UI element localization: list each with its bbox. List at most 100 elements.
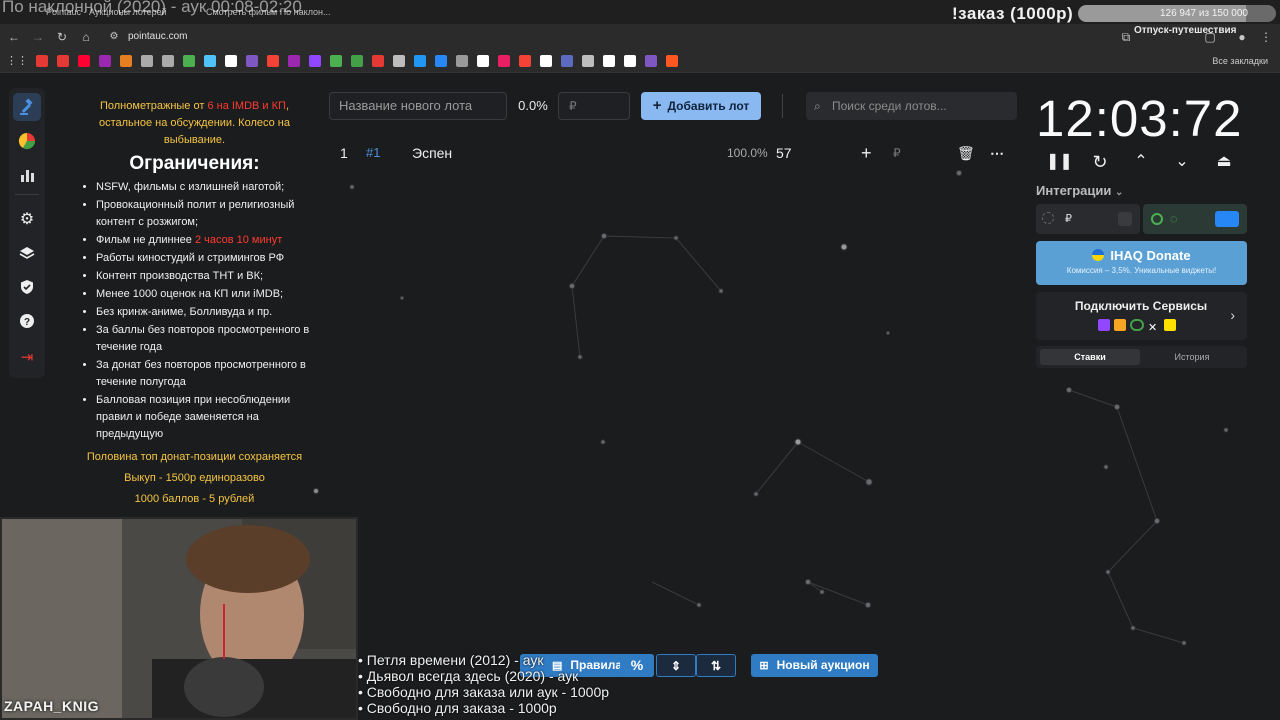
bookmark-icon[interactable] (309, 55, 321, 67)
back-icon[interactable]: ← (6, 29, 22, 45)
trash-icon[interactable]: 🗑︎ (957, 138, 975, 168)
bookmark-icon[interactable] (57, 55, 69, 67)
help-icon: ? (20, 314, 34, 328)
more-icon[interactable]: ⋯ (990, 138, 1004, 168)
bookmark-icon[interactable] (225, 55, 237, 67)
integration-vk[interactable]: ◌ (1143, 204, 1247, 234)
new-auction-label: Новый аукцион (776, 658, 870, 672)
bookmark-icon[interactable] (204, 55, 216, 67)
lot-search-input[interactable]: ⌕ Поиск среди лотов... (806, 92, 1017, 120)
sort-icon[interactable]: ⇅ (696, 654, 736, 677)
chevron-down-icon[interactable]: ⌄ (1170, 150, 1194, 174)
bookmark-icon[interactable] (141, 55, 153, 67)
webcam-image (2, 519, 356, 718)
rule-item: Провокационный полит и религиозный конте… (96, 197, 317, 231)
new-auction-button[interactable]: ⊞ Новый аукцион (751, 654, 878, 677)
sidebar-item-stats[interactable] (13, 161, 41, 189)
bookmark-icon[interactable] (162, 55, 174, 67)
menu-icon[interactable]: ⋮ (1258, 29, 1274, 45)
bookmark-icon[interactable] (645, 55, 657, 67)
bookmark-icon[interactable] (246, 55, 258, 67)
plus-icon: + (652, 97, 662, 114)
ihaq-donate-button[interactable]: IHAQ Donate Комиссия – 3,5%. Уникальные … (1036, 241, 1247, 285)
rules-footer-3: 1000 баллов - 5 рублей (134, 493, 255, 505)
bookmark-icon[interactable] (540, 55, 552, 67)
bookmark-icon[interactable] (582, 55, 594, 67)
bookmark-icon[interactable] (519, 55, 531, 67)
sidebar-item-settings[interactable]: ⚙ (13, 205, 41, 233)
lot-row[interactable]: 1 #1 Эспен 100.0% 57 + ₽ 🗑︎ ⋯ (329, 138, 1019, 168)
sidebar-item-layers[interactable] (13, 239, 41, 267)
rule-item: Без кринж-аниме, Болливуда и пр. (96, 304, 317, 321)
goal-progress: 126 947 из 150 000 (1078, 5, 1276, 22)
bookmark-icon[interactable] (666, 55, 678, 67)
lot-amount-input[interactable]: ₽ (558, 92, 630, 120)
lot-row-currency[interactable]: ₽ (893, 138, 901, 168)
bookmark-icon[interactable] (624, 55, 636, 67)
bookmark-icon[interactable] (414, 55, 426, 67)
bookmark-icon[interactable] (351, 55, 363, 67)
reload-icon[interactable]: ↻ (54, 29, 70, 45)
add-lot-label: Добавить лот (667, 99, 750, 113)
sidebar-item-help[interactable]: ? (13, 307, 41, 335)
tab-bets[interactable]: Ставки (1040, 349, 1140, 365)
timer-controls: ❚❚ ↻ ⌃ ⌄ ⏏ (1046, 150, 1236, 174)
address-bar[interactable]: ⚙ pointauc.com (100, 26, 1100, 48)
rule-item: Менее 1000 оценок на КП или iMDB; (96, 286, 317, 303)
bookmark-icon[interactable] (267, 55, 279, 67)
sidebar-item-security[interactable] (13, 273, 41, 301)
bookmark-icon[interactable] (393, 55, 405, 67)
lot-index: 1 (340, 145, 348, 161)
bookmark-icon[interactable] (603, 55, 615, 67)
donationalerts-icon (1118, 212, 1132, 226)
bookmark-icon[interactable] (120, 55, 132, 67)
ticker-line: • Петля времени (2012) - аук (358, 652, 544, 668)
order-label: !заказ (1000р) (952, 4, 1074, 23)
integration-donation[interactable]: ₽ (1036, 204, 1140, 234)
rules-intro: Полнометражные от 6 на IMDB и КП, осталь… (98, 100, 290, 146)
reset-icon[interactable]: ↻ (1088, 150, 1112, 174)
eject-icon[interactable]: ⏏ (1212, 150, 1236, 174)
bookmark-icon[interactable] (561, 55, 573, 67)
lot-name-input[interactable]: Название нового лота (329, 92, 507, 120)
lot-title[interactable]: Эспен (412, 138, 452, 168)
connect-services-button[interactable]: Подключить Сервисы ✕ › (1036, 292, 1247, 340)
chevron-up-icon[interactable]: ⌃ (1129, 150, 1153, 174)
rules-list: NSFW, фильмы с излишней наготой; Провока… (72, 179, 317, 443)
bookmark-icon[interactable] (456, 55, 468, 67)
bookmark-icon[interactable] (36, 55, 48, 67)
bookmark-icon[interactable] (78, 55, 90, 67)
all-bookmarks[interactable]: Все закладки (1212, 54, 1268, 68)
add-amount-icon[interactable]: + (861, 138, 872, 168)
bookmark-icon[interactable] (330, 55, 342, 67)
pause-icon[interactable]: ❚❚ (1046, 150, 1073, 174)
bookmark-icon[interactable] (99, 55, 111, 67)
sidebar-item-logout[interactable]: ⇥ (13, 343, 41, 371)
translate-icon[interactable]: ⧉ (1118, 29, 1134, 45)
radio-off-icon (1042, 212, 1054, 224)
bookmark-icon[interactable] (372, 55, 384, 67)
rule-item: Балловая позиция при несоблюдении правил… (96, 392, 317, 443)
bookmark-icon[interactable] (288, 55, 300, 67)
apps-grid-icon[interactable]: ⋮⋮ (6, 53, 28, 69)
pie-chart-icon (18, 132, 36, 150)
split-icon[interactable]: ⇕ (656, 654, 696, 677)
sidebar-divider (15, 194, 39, 195)
bookmark-icon[interactable] (498, 55, 510, 67)
lot-row-amount[interactable]: 57 (776, 138, 792, 168)
integrations-label: Интеграции (1036, 183, 1112, 198)
bookmark-icon[interactable] (435, 55, 447, 67)
site-info-icon[interactable]: ⚙ (106, 29, 122, 45)
sidebar-item-wheel[interactable] (13, 127, 41, 155)
integrations-toggle[interactable]: Интеграции ⌄ (1036, 183, 1123, 198)
logout-icon: ⇥ (20, 349, 34, 366)
add-lot-button[interactable]: + Добавить лот (641, 92, 761, 120)
forward-icon[interactable]: → (30, 29, 46, 45)
rule-item: Фильм не длиннее 2 часов 10 минут (96, 232, 317, 249)
bookmark-icon[interactable] (183, 55, 195, 67)
home-icon[interactable]: ⌂ (78, 29, 94, 45)
sidebar-item-auction[interactable] (13, 93, 41, 121)
bookmark-icon[interactable] (477, 55, 489, 67)
url-text: pointauc.com (128, 31, 188, 42)
tab-history[interactable]: История (1142, 349, 1242, 365)
